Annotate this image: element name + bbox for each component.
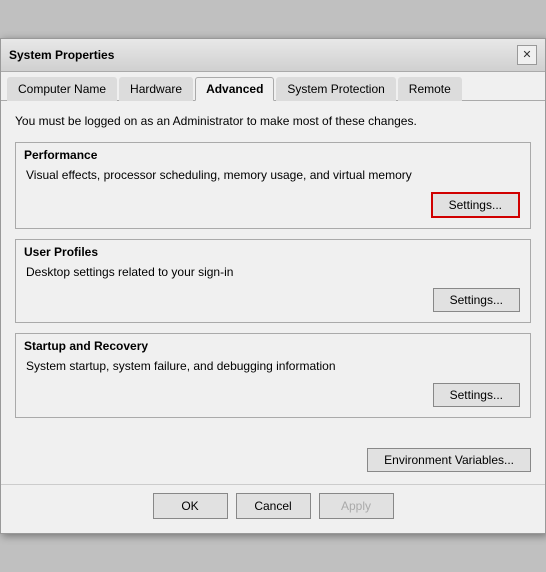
user-profiles-header: User Profiles <box>16 240 530 262</box>
performance-header: Performance <box>16 143 530 165</box>
tabs-bar: Computer Name Hardware Advanced System P… <box>1 72 545 101</box>
close-button[interactable]: ✕ <box>517 45 537 65</box>
info-text: You must be logged on as an Administrato… <box>15 113 531 130</box>
tab-hardware[interactable]: Hardware <box>119 77 193 101</box>
user-profiles-desc: Desktop settings related to your sign-in <box>26 264 520 281</box>
user-profiles-section: User Profiles Desktop settings related t… <box>15 239 531 324</box>
tab-remote[interactable]: Remote <box>398 77 462 101</box>
startup-recovery-header: Startup and Recovery <box>16 334 530 356</box>
window-title: System Properties <box>9 48 114 62</box>
tab-computer-name[interactable]: Computer Name <box>7 77 117 101</box>
startup-recovery-desc: System startup, system failure, and debu… <box>26 358 520 375</box>
close-icon: ✕ <box>522 48 531 61</box>
performance-section: Performance Visual effects, processor sc… <box>15 142 531 229</box>
cancel-button[interactable]: Cancel <box>236 493 311 519</box>
system-properties-window: System Properties ✕ Computer Name Hardwa… <box>0 38 546 534</box>
main-content: You must be logged on as an Administrato… <box>1 101 545 440</box>
title-bar: System Properties ✕ <box>1 39 545 72</box>
tab-system-protection[interactable]: System Protection <box>276 77 395 101</box>
environment-variables-button[interactable]: Environment Variables... <box>367 448 531 472</box>
startup-recovery-section: Startup and Recovery System startup, sys… <box>15 333 531 418</box>
footer-buttons: OK Cancel Apply <box>1 484 545 533</box>
performance-settings-button[interactable]: Settings... <box>431 192 520 218</box>
apply-button[interactable]: Apply <box>319 493 394 519</box>
performance-desc: Visual effects, processor scheduling, me… <box>26 167 520 184</box>
ok-button[interactable]: OK <box>153 493 228 519</box>
user-profiles-settings-button[interactable]: Settings... <box>433 288 520 312</box>
startup-recovery-settings-button[interactable]: Settings... <box>433 383 520 407</box>
tab-advanced[interactable]: Advanced <box>195 77 274 101</box>
env-variables-row: Environment Variables... <box>1 440 545 484</box>
